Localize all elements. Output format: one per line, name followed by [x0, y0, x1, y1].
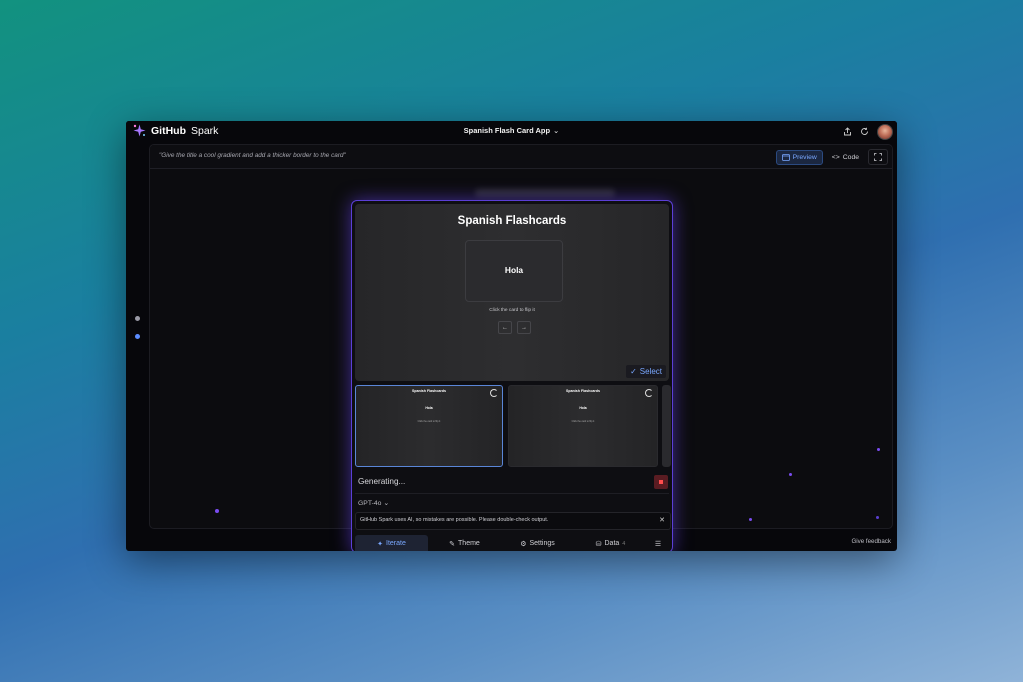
tab-settings[interactable]: ⚙ Settings: [501, 535, 574, 551]
tab-theme[interactable]: ✎ Theme: [428, 535, 501, 551]
variant-thumbnail-2[interactable]: Spanish Flashcards Hola Click the card t…: [508, 385, 658, 467]
prev-card-button[interactable]: ←: [498, 321, 512, 334]
prompt-bar: "Give the title a cool gradient and add …: [150, 145, 892, 169]
particle-dot: [215, 509, 219, 513]
refresh-icon[interactable]: [860, 127, 869, 138]
tab-theme-label: Theme: [458, 540, 480, 547]
ai-disclaimer: GitHub Spark uses AI, so mistakes are po…: [355, 512, 671, 530]
card-nav: ← →: [498, 321, 531, 334]
thumb-hint: Click the card to flip it: [417, 420, 441, 423]
thumb-title: Spanish Flashcards: [566, 389, 600, 393]
tab-settings-label: Settings: [529, 540, 555, 547]
app-title-dropdown[interactable]: Spanish Flash Card App ⌄: [126, 126, 897, 135]
tab-data-label: Data: [604, 540, 620, 547]
give-feedback-link[interactable]: Give feedback: [851, 538, 891, 545]
loading-spinner-icon: [645, 389, 653, 397]
variant-thumbnail-3[interactable]: [662, 385, 671, 467]
stop-icon: [659, 480, 663, 484]
tab-preview[interactable]: Preview: [775, 149, 823, 165]
tab-code[interactable]: <> Code: [827, 151, 864, 164]
top-bar: GitHub Spark Spanish Flash Card App ⌄: [126, 121, 897, 143]
top-actions: [843, 124, 893, 140]
variant-thumbnail-1[interactable]: Spanish Flashcards Hola Click the card t…: [355, 385, 503, 467]
database-icon: ⛁: [595, 540, 602, 548]
flashcard[interactable]: Hola: [465, 240, 563, 302]
tab-iterate[interactable]: ✦ Iterate: [355, 535, 428, 551]
generating-status: Generating...: [358, 477, 406, 486]
particle-dot: [749, 518, 752, 521]
generation-panel: Spanish Flashcards Hola Click the card t…: [351, 200, 673, 551]
menu-button[interactable]: ☰: [647, 535, 669, 551]
hamburger-menu-icon: ☰: [654, 540, 662, 548]
view-tabs: Preview <> Code: [775, 149, 888, 165]
arrow-left-icon: ←: [502, 324, 508, 331]
model-selector[interactable]: GPT-4o ⌄: [358, 499, 389, 507]
brush-icon: ✎: [449, 540, 456, 548]
select-button[interactable]: ✓ Select: [626, 365, 666, 378]
indicator-dot-active: [135, 334, 140, 339]
thumb-hint: Click the card to flip it: [571, 420, 595, 423]
tab-iterate-label: Iterate: [386, 540, 406, 547]
code-icon: <>: [831, 153, 840, 161]
data-count-badge: 4: [622, 540, 626, 547]
divider: [355, 493, 669, 494]
window-icon: [781, 153, 790, 161]
variant-thumbnails: Spanish Flashcards Hola Click the card t…: [355, 385, 671, 467]
thumb-title: Spanish Flashcards: [412, 389, 446, 393]
prompt-text: "Give the title a cool gradient and add …: [159, 152, 346, 159]
share-icon[interactable]: [843, 126, 852, 138]
app-preview[interactable]: Spanish Flashcards Hola Click the card t…: [355, 204, 669, 381]
thumb-word: Hola: [425, 406, 433, 410]
tab-code-label: Code: [842, 153, 859, 161]
fullscreen-icon: [874, 153, 882, 161]
check-icon: ✓: [630, 367, 637, 376]
particle-dot: [789, 473, 792, 476]
select-label: Select: [639, 367, 662, 376]
stop-button[interactable]: [654, 475, 668, 489]
indicator-dot: [135, 316, 140, 321]
next-card-button[interactable]: →: [517, 321, 531, 334]
arrow-right-icon: →: [521, 324, 527, 331]
particle-dot: [877, 448, 880, 451]
disclaimer-text: GitHub Spark uses AI, so mistakes are po…: [360, 517, 549, 523]
flip-hint: Click the card to flip it: [489, 308, 535, 313]
tab-preview-label: Preview: [792, 153, 817, 161]
tab-data[interactable]: ⛁ Data 4: [574, 535, 647, 551]
sparkle-icon: ✦: [377, 540, 383, 548]
bottom-tabs: ✦ Iterate ✎ Theme ⚙ Settings ⛁ Data 4 ☰: [355, 535, 669, 551]
app-title: Spanish Flash Card App: [463, 126, 551, 135]
close-icon[interactable]: ✕: [659, 516, 665, 524]
flashcard-word: Hola: [504, 265, 524, 275]
chevron-down-icon: ⌄: [383, 500, 390, 507]
blurred-title: [475, 189, 615, 197]
preview-title: Spanish Flashcards: [457, 215, 567, 227]
particle-dot: [876, 516, 879, 519]
model-name: GPT-4o: [358, 500, 382, 507]
avatar[interactable]: [877, 124, 893, 140]
gear-icon: ⚙: [520, 540, 527, 548]
app-window: GitHub Spark Spanish Flash Card App ⌄ "Giv…: [126, 121, 897, 551]
loading-spinner-icon: [490, 389, 498, 397]
fullscreen-button[interactable]: [868, 149, 888, 165]
thumb-word: Hola: [579, 406, 587, 410]
chevron-down-icon: ⌄: [553, 126, 560, 135]
